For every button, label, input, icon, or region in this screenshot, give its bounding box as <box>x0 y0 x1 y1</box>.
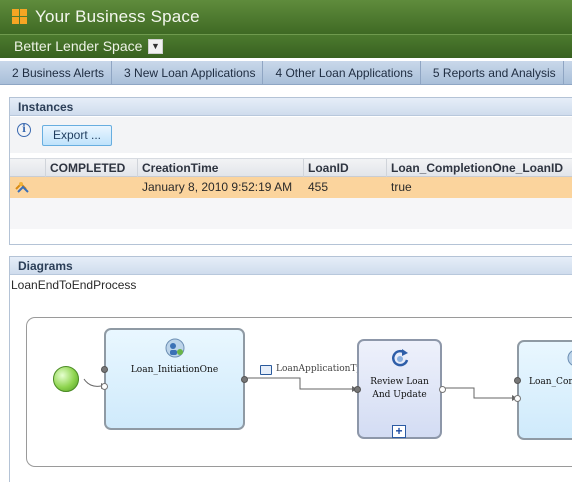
node-loan-initiation[interactable]: Loan_InitiationOne <box>101 328 248 430</box>
tab-business-alerts[interactable]: 2 Business Alerts <box>0 61 113 84</box>
process-instance-icon <box>15 182 29 193</box>
diagrams-title: Diagrams <box>10 257 572 275</box>
input-port <box>101 366 108 373</box>
input-port <box>101 383 108 390</box>
input-port <box>514 395 521 402</box>
cell-completed <box>46 177 138 198</box>
node-label: Loan_InitiationOne <box>130 365 219 375</box>
app-title: Your Business Space <box>35 7 200 26</box>
loop-task-icon <box>392 349 409 367</box>
input-port <box>514 377 521 384</box>
start-event[interactable] <box>53 366 79 392</box>
page-tabs: 2 Business Alerts 3 New Loan Application… <box>0 61 572 85</box>
tab-new-loan-applications[interactable]: 3 New Loan Applications <box>112 61 264 84</box>
space-menu-dropdown[interactable]: ▼ <box>148 39 163 54</box>
info-icon[interactable]: i <box>17 123 31 137</box>
business-space-logo-icon <box>12 9 28 25</box>
input-port <box>354 386 361 393</box>
output-port <box>241 376 248 383</box>
process-name: LoanEndToEndProcess <box>11 278 137 292</box>
chevron-down-icon: ▼ <box>151 41 160 51</box>
human-task-icon <box>165 338 185 358</box>
cell-loan-id: 455 <box>308 180 329 194</box>
node-label-line2: And Update <box>372 390 427 400</box>
instances-toolbar: i Export ... <box>10 117 572 153</box>
instances-title: Instances <box>10 98 572 116</box>
column-header-loan-id[interactable]: LoanID <box>304 159 387 178</box>
space-name[interactable]: Better Lender Space <box>14 38 142 54</box>
column-header-completed[interactable]: COMPLETED <box>46 159 138 178</box>
space-bar: Better Lender Space ▼ <box>0 34 572 58</box>
node-label: Loan_Com <box>529 377 572 387</box>
column-header-completion-loan-id[interactable]: Loan_CompletionOne_LoanID <box>387 159 572 178</box>
title-bar: Your Business Space <box>0 0 572 34</box>
column-header-creation-time[interactable]: CreationTime <box>138 159 304 178</box>
business-object-icon <box>260 365 272 375</box>
cell-completion-loan-id: true <box>391 180 412 194</box>
instances-panel: Instances i Export ... COMPLETED Creatio… <box>9 97 572 245</box>
export-button[interactable]: Export ... <box>42 125 112 146</box>
node-loan-completion[interactable]: Loan_Com <box>514 340 572 440</box>
expand-subprocess-button[interactable]: + <box>392 425 406 438</box>
tab-other-loan-applications[interactable]: 4 Other Loan Applications <box>263 61 421 84</box>
column-header-icon <box>10 159 46 178</box>
tab-reports-and-analysis[interactable]: 5 Reports and Analysis <box>421 61 564 84</box>
table-empty-area <box>10 198 572 229</box>
human-task-icon <box>567 350 572 366</box>
node-label-line1: Review Loan <box>370 377 429 387</box>
table-row[interactable]: January 8, 2010 9:52:19 AM 455 true <box>10 177 572 198</box>
cell-creation-time: January 8, 2010 9:52:19 AM <box>142 180 293 194</box>
output-port <box>439 386 446 393</box>
instances-table-header: COMPLETED CreationTime LoanID Loan_Compl… <box>10 158 572 178</box>
